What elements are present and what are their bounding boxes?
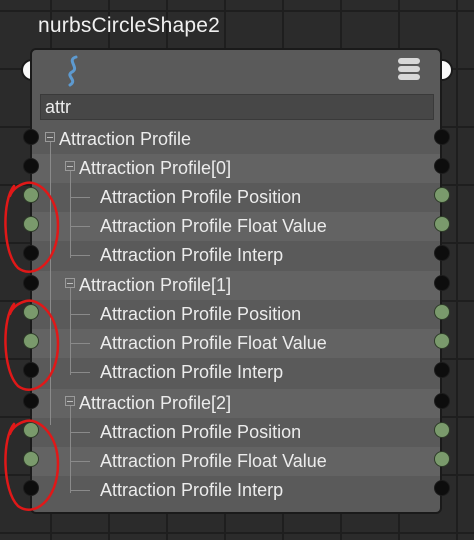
node-menu-icon[interactable] <box>398 58 420 82</box>
attribute-row-child[interactable]: Attraction Profile Position <box>32 300 440 329</box>
input-port[interactable] <box>23 480 39 496</box>
input-port[interactable] <box>23 129 39 145</box>
output-port[interactable] <box>434 393 450 409</box>
attribute-label: Attraction Profile Float Value <box>100 216 327 236</box>
collapse-toggle-icon[interactable] <box>45 132 55 142</box>
output-port[interactable] <box>434 275 450 291</box>
input-port[interactable] <box>23 275 39 291</box>
attribute-label: Attraction Profile Position <box>100 422 302 442</box>
attribute-label: Attraction Profile Float Value <box>100 333 327 353</box>
attribute-label: Attraction Profile Interp <box>100 480 284 500</box>
attribute-label: Attraction Profile Interp <box>100 362 284 382</box>
node-editor-node[interactable]: attr Attraction Profile Attraction Profi… <box>30 48 442 514</box>
attribute-row-child[interactable]: Attraction Profile Interp <box>32 358 440 387</box>
input-port[interactable] <box>23 158 39 174</box>
input-port[interactable] <box>23 393 39 409</box>
attribute-row-child[interactable]: Attraction Profile Position <box>32 418 440 447</box>
attribute-filter-input[interactable]: attr <box>40 94 434 120</box>
attribute-label: Attraction Profile Float Value <box>100 451 327 471</box>
node-title: nurbsCircleShape2 <box>38 14 221 37</box>
attribute-row-child[interactable]: Attraction Profile Float Value <box>32 212 440 241</box>
attribute-row-child[interactable]: Attraction Profile Float Value <box>32 329 440 358</box>
collapse-toggle-icon[interactable] <box>65 396 75 406</box>
output-port[interactable] <box>434 362 450 378</box>
attribute-row-child[interactable]: Attraction Profile Position <box>32 183 440 212</box>
output-port-connected[interactable] <box>434 304 450 320</box>
input-port-connected[interactable] <box>23 422 39 438</box>
attribute-label: Attraction Profile Position <box>100 304 302 324</box>
attribute-label: Attraction Profile[1] <box>79 275 232 295</box>
output-port[interactable] <box>434 245 450 261</box>
attribute-label: Attraction Profile[2] <box>79 393 232 413</box>
attribute-row-child[interactable]: Attraction Profile Float Value <box>32 447 440 476</box>
attribute-row-group[interactable]: Attraction Profile[1] <box>32 271 440 300</box>
attribute-label: Attraction Profile <box>59 129 192 149</box>
attribute-row-child[interactable]: Attraction Profile Interp <box>32 476 440 505</box>
attribute-row-group[interactable]: Attraction Profile[0] <box>32 154 440 183</box>
attribute-row-child[interactable]: Attraction Profile Interp <box>32 241 440 270</box>
input-port[interactable] <box>23 362 39 378</box>
attribute-label: Attraction Profile Interp <box>100 245 284 265</box>
output-port[interactable] <box>434 129 450 145</box>
input-port-connected[interactable] <box>23 451 39 467</box>
input-port-connected[interactable] <box>23 304 39 320</box>
input-port-connected[interactable] <box>23 187 39 203</box>
output-port-connected[interactable] <box>434 216 450 232</box>
input-port-connected[interactable] <box>23 216 39 232</box>
collapse-toggle-icon[interactable] <box>65 161 75 171</box>
curve-shape-icon <box>68 55 78 87</box>
output-port-connected[interactable] <box>434 451 450 467</box>
output-port[interactable] <box>434 158 450 174</box>
collapse-toggle-icon[interactable] <box>65 278 75 288</box>
attribute-label: Attraction Profile Position <box>100 187 302 207</box>
output-port[interactable] <box>434 480 450 496</box>
output-port-connected[interactable] <box>434 422 450 438</box>
attribute-row-group[interactable]: Attraction Profile[2] <box>32 389 440 418</box>
output-port-connected[interactable] <box>434 187 450 203</box>
attribute-row-root[interactable]: Attraction Profile <box>32 125 440 154</box>
input-port[interactable] <box>23 245 39 261</box>
input-port-connected[interactable] <box>23 333 39 349</box>
output-port-connected[interactable] <box>434 333 450 349</box>
node-header <box>32 50 440 92</box>
attribute-label: Attraction Profile[0] <box>79 158 232 178</box>
